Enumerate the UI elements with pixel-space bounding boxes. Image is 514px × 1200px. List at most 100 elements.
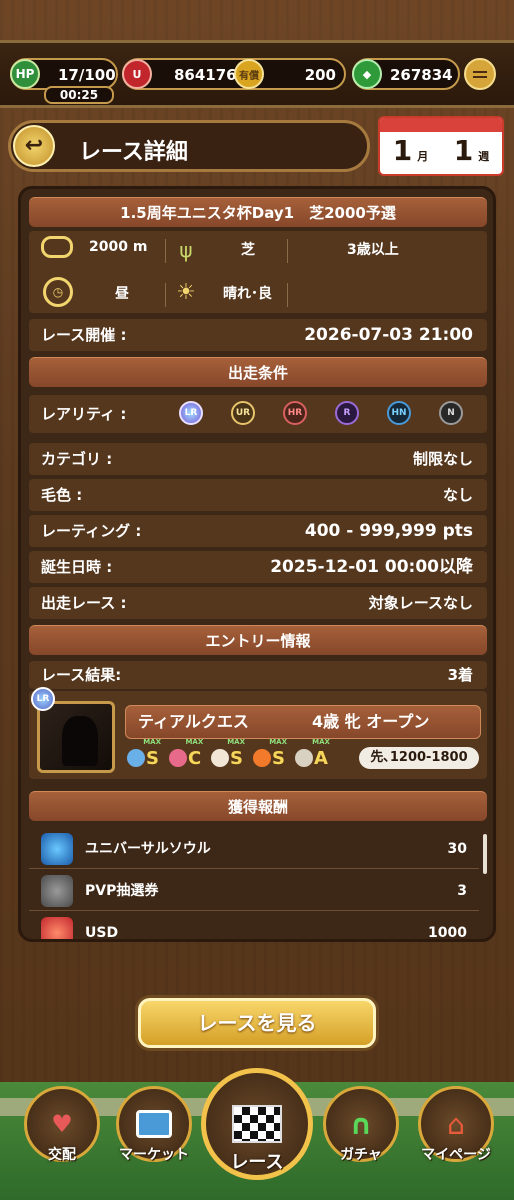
watch-race-button[interactable]: レースを見る — [138, 998, 376, 1048]
speed-grade: S — [146, 747, 159, 769]
nav-race[interactable]: レース — [200, 1068, 314, 1192]
flame-icon — [253, 749, 271, 767]
stamina-grade: C — [188, 747, 202, 769]
rewards-scrollbar[interactable] — [483, 834, 487, 874]
horse-name: ティアルクエス — [138, 712, 249, 731]
reward-item: ユニバーサルソウル 30 — [29, 829, 479, 869]
race-weather: 晴れ･良 — [223, 286, 272, 302]
calendar-month-unit: 月 — [417, 150, 429, 163]
horse-rarity-badge: LR — [31, 687, 55, 711]
turf-icon: ψ — [179, 238, 193, 262]
pvp-ticket-icon — [41, 875, 73, 907]
speed-icon — [127, 749, 145, 767]
category-label: カテゴリ : — [41, 450, 113, 468]
reward-item: USD 1000 — [29, 913, 479, 941]
reward-qty: 30 — [447, 841, 467, 857]
menu-icon-line — [473, 70, 487, 73]
guts-grade: S — [272, 747, 285, 769]
category-row: カテゴリ : 制限なし — [29, 443, 487, 475]
nav-breeding[interactable]: ♥ 交配 — [22, 1086, 102, 1166]
divider — [287, 283, 288, 307]
race-condition-row: 出走レース : 対象レースなし — [29, 587, 487, 619]
heart-icon — [169, 749, 187, 767]
birth-label: 誕生日時 : — [41, 558, 113, 576]
race-surface: 芝 — [241, 242, 255, 258]
entry-horse-card[interactable]: LR ティアルクエス 4歳 牝 オープン S MAX C MAX S MAX S… — [29, 687, 487, 779]
nav-gacha-label: ガチャ — [340, 1147, 382, 1163]
scale-icon — [295, 749, 313, 767]
calendar-week-unit: 週 — [478, 150, 490, 163]
race-date-label: レース開催 : — [41, 326, 127, 344]
rarity-lr-icon: LR — [179, 401, 203, 425]
universal-soul-icon — [41, 833, 73, 865]
reward-name: USD — [85, 925, 119, 941]
hp-timer: 00:25 — [44, 86, 114, 104]
coat-value: なし — [442, 486, 473, 504]
coin-value: 864176 — [174, 66, 237, 84]
ticket-value: 200 — [304, 66, 336, 84]
race-age: 3歳以上 — [347, 242, 399, 258]
usd-coin-icon — [41, 917, 73, 939]
coin-icon: U — [122, 59, 152, 89]
rarity-n-icon: N — [439, 401, 463, 425]
wisdom-grade: A — [314, 747, 328, 769]
nav-market[interactable]: マーケット — [108, 1086, 200, 1166]
stat-wisdom: A MAX — [295, 738, 330, 769]
horse-info: 4歳 牝 オープン — [312, 712, 430, 731]
reward-name: PVP抽選券 — [85, 883, 159, 899]
nav-gacha[interactable]: ∩ ガチャ — [320, 1086, 402, 1166]
category-value: 制限なし — [412, 450, 473, 468]
rating-label: レーティング : — [41, 522, 142, 540]
rating-value: 400 - 999,999 pts — [304, 521, 473, 541]
rarity-label: レアリティ : — [41, 405, 127, 423]
stat-power: S MAX — [211, 738, 245, 769]
calendar-top — [380, 118, 502, 132]
rarity-hn-icon: HN — [387, 401, 411, 425]
race-condition-label: 出走レース : — [41, 594, 127, 612]
clock-icon: ◷ — [43, 277, 73, 307]
race-date-value: 2026-07-03 21:00 — [304, 325, 473, 345]
rarity-hr-icon: HR — [283, 401, 307, 425]
conditions-header: 出走条件 — [29, 357, 487, 387]
stat-max-tag: MAX — [143, 738, 161, 746]
stat-max-tag: MAX — [312, 738, 330, 746]
page-header: ↩ レース詳細 — [8, 120, 370, 172]
race-info: 2000 m ψ 芝 3歳以上 ◷ 昼 ☀ 晴れ･良 — [29, 231, 487, 313]
race-detail-panel: 1.5周年ユニスタ杯Day1 芝2000予選 2000 m ψ 芝 3歳以上 ◷… — [18, 186, 496, 942]
gem-icon: ◆ — [352, 59, 382, 89]
menu-button[interactable] — [464, 58, 496, 90]
hp-icon[interactable]: HP — [10, 59, 40, 89]
sun-icon: ☀ — [176, 279, 196, 305]
race-date-row: レース開催 : 2026-07-03 21:00 — [29, 319, 487, 351]
rarity-ur-icon: UR — [231, 401, 255, 425]
divider — [165, 283, 166, 307]
race-distance: 2000 m — [89, 239, 148, 255]
back-button[interactable]: ↩ — [13, 125, 55, 167]
horse-name-bar: ティアルクエス 4歳 牝 オープン — [125, 705, 481, 739]
result-row: レース結果: 3着 — [29, 661, 487, 689]
rewards-list[interactable]: ユニバーサルソウル 30 PVP抽選券 3 USD 1000 — [29, 829, 487, 941]
running-style: 先､1200-1800 — [359, 747, 479, 769]
result-label: レース結果: — [41, 666, 122, 684]
race-time-of-day: 昼 — [115, 286, 129, 302]
nav-breeding-label: 交配 — [48, 1147, 76, 1163]
horse-silhouette — [62, 716, 98, 766]
nav-race-label: レース — [230, 1152, 284, 1173]
horse-portrait — [37, 701, 115, 773]
gem-value: 267834 — [390, 66, 453, 84]
nav-mypage[interactable]: ⌂ マイページ — [406, 1086, 506, 1166]
race-name: 1.5周年ユニスタ杯Day1 芝2000予選 — [29, 197, 487, 227]
menu-icon-line — [473, 75, 487, 78]
calendar: 1 月 1 週 — [378, 116, 504, 176]
reward-item: PVP抽選券 3 — [29, 871, 479, 911]
coat-row: 毛色 : なし — [29, 479, 487, 511]
power-grade: S — [230, 747, 243, 769]
calendar-week: 1 — [453, 134, 474, 167]
rating-row: レーティング : 400 - 999,999 pts — [29, 515, 487, 547]
fist-icon — [211, 749, 229, 767]
entry-header: エントリー情報 — [29, 625, 487, 655]
nav-mypage-label: マイページ — [421, 1147, 491, 1163]
reward-name: ユニバーサルソウル — [85, 841, 211, 857]
reward-qty: 3 — [457, 883, 467, 899]
calendar-month: 1 — [392, 134, 413, 167]
